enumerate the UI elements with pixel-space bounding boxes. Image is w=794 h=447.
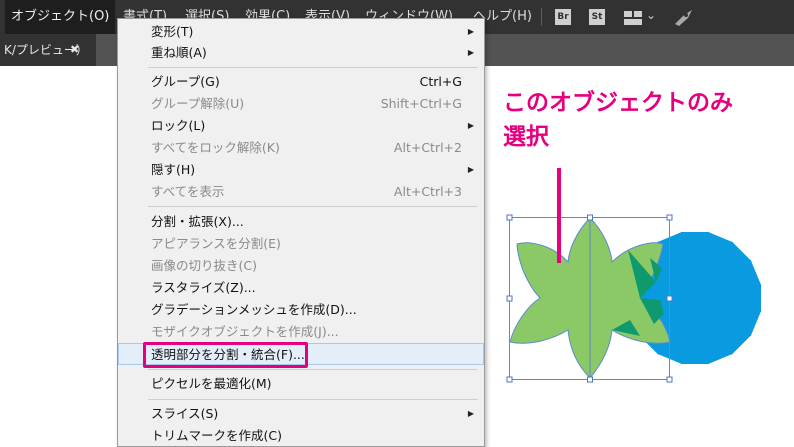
- menu-item-hide[interactable]: 隠す(H) ▶: [118, 159, 484, 181]
- menu-item-gradient-mesh[interactable]: グラデーションメッシュを作成(D)...: [118, 299, 484, 321]
- menu-item-lock[interactable]: ロック(L) ▶: [118, 115, 484, 137]
- menu-item-shortcut: Shift+Ctrl+G: [380, 96, 462, 111]
- highlight-callout-box: [143, 342, 308, 368]
- menu-item-label: ラスタライズ(Z)...: [151, 280, 256, 295]
- menu-item-shortcut: Alt+Ctrl+2: [393, 140, 462, 155]
- menu-separator: [148, 369, 478, 370]
- chevron-down-icon[interactable]: ⌄: [646, 0, 656, 34]
- menu-item-label: すべてをロック解除(K): [151, 140, 280, 155]
- menu-item-unlock-all: すべてをロック解除(K) Alt+Ctrl+2: [118, 137, 484, 159]
- annotation-callout: このオブジェクトのみ 選択: [503, 86, 783, 154]
- submenu-arrow-icon: ▶: [467, 48, 474, 57]
- menu-item-slice[interactable]: スライス(S) ▶: [118, 403, 484, 425]
- submenu-arrow-icon: ▶: [467, 121, 474, 130]
- menu-item-label: 隠す(H): [151, 162, 196, 177]
- annotation-text: このオブジェクトのみ: [503, 90, 733, 116]
- artwork-area: [500, 210, 794, 390]
- menu-item-label: アピアランスを分割(E): [151, 236, 281, 251]
- menu-item-expand-appearance: アピアランスを分割(E): [118, 233, 484, 255]
- menu-item-shortcut: Alt+Ctrl+3: [393, 184, 462, 199]
- annotation-text: 選択: [503, 124, 549, 150]
- menu-item-group[interactable]: グループ(G) Ctrl+G: [118, 71, 484, 93]
- menu-item-mosaic: モザイクオブジェクトを作成(J)...: [118, 321, 484, 343]
- menu-item-label: 画像の切り抜き(C): [151, 258, 257, 273]
- close-icon[interactable]: ✖: [70, 34, 79, 66]
- menu-item-rasterize[interactable]: ラスタライズ(Z)...: [118, 277, 484, 299]
- menu-item-expand[interactable]: 分割・拡張(X)...: [118, 211, 484, 233]
- menu-item-crop-image: 画像の切り抜き(C): [118, 255, 484, 277]
- menu-item-label: 重ね順(A): [151, 45, 207, 60]
- menu-item-show-all: すべてを表示 Alt+Ctrl+3: [118, 181, 484, 203]
- submenu-arrow-icon: ▶: [467, 409, 474, 418]
- rocket-icon[interactable]: [672, 8, 696, 26]
- workspace-icon[interactable]: [624, 10, 644, 25]
- document-tab[interactable]: K/プレビュー） ✖: [0, 34, 96, 66]
- annotation-pointer-line: [557, 168, 561, 263]
- object-menu-dropdown: 変形(T) ▶ 重ね順(A) ▶ グループ(G) Ctrl+G グループ解除(U…: [117, 18, 485, 447]
- submenu-arrow-icon: ▶: [467, 27, 474, 36]
- menu-item-label: スライス(S): [151, 406, 219, 421]
- menu-item-transform[interactable]: 変形(T) ▶: [118, 21, 484, 43]
- menu-item-shortcut: Ctrl+G: [419, 74, 462, 89]
- menu-item-ungroup: グループ解除(U) Shift+Ctrl+G: [118, 93, 484, 115]
- menu-item-arrange[interactable]: 重ね順(A) ▶: [118, 42, 484, 64]
- menu-item-label: ロック(L): [151, 118, 206, 133]
- menu-item-label: すべてを表示: [151, 184, 225, 199]
- menubar-divider: [541, 8, 542, 26]
- menu-item-label: ピクセルを最適化(M): [151, 376, 272, 391]
- stock-icon[interactable]: St: [589, 9, 605, 25]
- submenu-arrow-icon: ▶: [467, 165, 474, 174]
- menu-item-label: 分割・拡張(X)...: [151, 214, 244, 229]
- menu-item-label: グラデーションメッシュを作成(D)...: [151, 302, 357, 317]
- menu-object[interactable]: オブジェクト(O): [5, 0, 116, 34]
- bridge-icon[interactable]: Br: [555, 9, 571, 25]
- menu-item-label: 変形(T): [151, 24, 194, 39]
- menu-item-label: グループ解除(U): [151, 96, 245, 111]
- menu-item-label: グループ(G): [151, 74, 220, 89]
- menu-separator: [148, 206, 478, 207]
- menu-separator: [148, 399, 478, 400]
- menu-item-trim-marks[interactable]: トリムマークを作成(C): [118, 425, 484, 447]
- menu-separator: [148, 67, 478, 68]
- menu-item-label: モザイクオブジェクトを作成(J)...: [151, 324, 339, 339]
- menu-item-pixel-perfect[interactable]: ピクセルを最適化(M): [118, 373, 484, 395]
- menu-item-label: トリムマークを作成(C): [151, 428, 282, 443]
